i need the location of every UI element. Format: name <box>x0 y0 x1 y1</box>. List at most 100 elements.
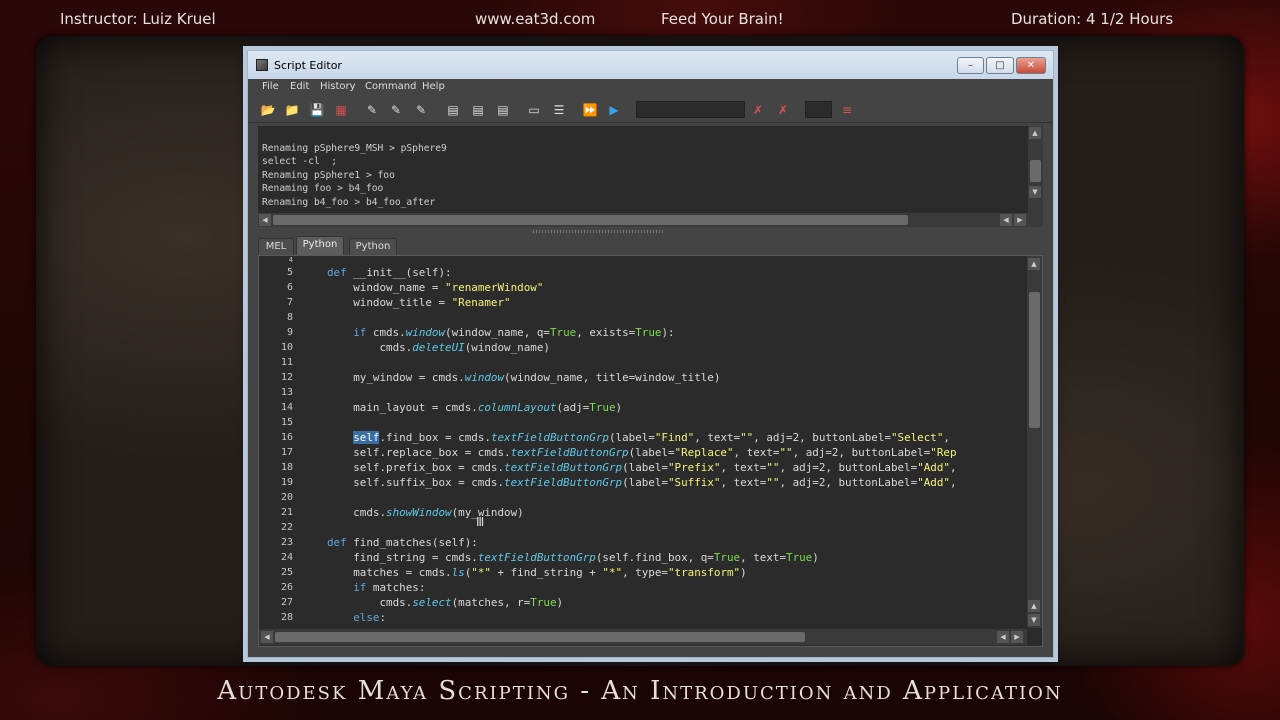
history-pane[interactable]: Renaming pSphere9_MSH > pSphere9 select -… <box>258 126 1043 214</box>
line-number: 4 <box>288 256 293 264</box>
indent-icon[interactable]: ≡ <box>839 102 855 118</box>
code-line: cmds.showWindow(my_window) <box>327 506 524 519</box>
line-number: 9 <box>286 327 293 338</box>
scroll-down-button[interactable]: ▼ <box>1029 186 1041 198</box>
code-line: def __init__(self): <box>327 266 452 279</box>
code-line: else: <box>353 611 387 624</box>
scroll-down-button[interactable]: ▼ <box>1028 614 1040 626</box>
line-number: 24 <box>280 552 293 563</box>
toolbar: 📂 📁 💾 ▦ ✎ ✎ ✎ ▤ ▤ ▤ ▭ ☰ ⏩ ▶ ✗ ✗ ≡ <box>248 97 1053 123</box>
tab-size-field[interactable] <box>805 101 832 118</box>
code-line: main_layout = cmds.columnLayout(adj=True… <box>327 401 623 414</box>
code-line: window_name = "renamerWindow" <box>327 281 544 294</box>
scroll-thumb[interactable] <box>1029 292 1040 428</box>
code-line: if matches: <box>353 581 426 594</box>
history-line: select -cl ; <box>262 156 338 168</box>
open-script-icon[interactable]: 📂 <box>260 102 276 118</box>
code-line: self.replace_box = cmds.textFieldButtonG… <box>327 446 957 459</box>
script-input-pane[interactable]: 4 5 def __init__(self): 6 window_name = … <box>258 255 1043 647</box>
save-script-icon[interactable]: 💾 <box>309 102 325 118</box>
source-script-icon[interactable]: 📁 <box>284 102 300 118</box>
scroll-left-button[interactable]: ◀ <box>261 631 273 643</box>
tab-python[interactable]: Python <box>349 238 397 255</box>
pane-splitter[interactable] <box>248 228 1053 236</box>
line-number: 18 <box>280 462 293 473</box>
code-line: if cmds.window(window_name, q=True, exis… <box>353 326 675 339</box>
minimize-button[interactable]: – <box>957 57 984 74</box>
code-line: self.find_box = cmds.textFieldButtonGrp(… <box>353 431 950 444</box>
search-icon[interactable]: ✗ <box>775 102 791 118</box>
menu-command[interactable]: Command <box>365 81 416 92</box>
tab-mel[interactable]: MEL <box>258 238 294 255</box>
scroll-left-button[interactable]: ◀ <box>997 631 1009 643</box>
scroll-up-button[interactable]: ▲ <box>1028 258 1040 270</box>
search-clear-icon[interactable]: ✗ <box>750 102 766 118</box>
code-line: find_string = cmds.textFieldButtonGrp(se… <box>327 551 819 564</box>
code-line: window_title = "Renamer" <box>327 296 511 309</box>
line-numbers-icon[interactable]: ☰ <box>551 102 567 118</box>
script-editor-window: Script Editor – □ ✕ File Edit History Co… <box>247 50 1054 658</box>
code-line: cmds.select(matches, r=True) <box>327 596 564 609</box>
scroll-right-button[interactable]: ▶ <box>1011 631 1023 643</box>
code-line: matches = cmds.ls("*" + find_string + "*… <box>327 566 747 579</box>
echo-all-icon[interactable]: ▭ <box>526 102 542 118</box>
history-vertical-scrollbar[interactable]: ▲ ▼ <box>1028 126 1043 214</box>
line-number: 19 <box>280 477 293 488</box>
line-number: 5 <box>286 267 293 278</box>
execute-icon[interactable]: ▶ <box>606 102 622 118</box>
scroll-thumb[interactable] <box>275 632 805 642</box>
tagline-label: Feed Your Brain! <box>661 10 784 28</box>
show-input-icon[interactable]: ▤ <box>470 102 486 118</box>
code-area[interactable]: 4 5 def __init__(self): 6 window_name = … <box>259 256 1027 628</box>
instructor-label: Instructor: Luiz Kruel <box>60 10 216 28</box>
editor-vertical-scrollbar[interactable]: ▲ ▲ ▼ <box>1027 256 1042 628</box>
line-number: 12 <box>280 372 293 383</box>
save-to-shelf-icon[interactable]: ▦ <box>333 102 349 118</box>
history-line: Renaming foo > b4_foo <box>262 183 384 195</box>
search-field[interactable] <box>636 101 745 118</box>
line-number: 26 <box>280 582 293 593</box>
show-history-icon[interactable]: ▤ <box>445 102 461 118</box>
window-title: Script Editor <box>274 59 342 72</box>
menu-help[interactable]: Help <box>422 81 445 92</box>
menu-file[interactable]: File <box>262 81 279 92</box>
code-line: self.prefix_box = cmds.textFieldButtonGr… <box>327 461 957 474</box>
scroll-right-button[interactable]: ▶ <box>1014 214 1026 226</box>
scroll-thumb[interactable] <box>1030 160 1041 182</box>
scroll-left-button[interactable]: ◀ <box>259 214 271 226</box>
history-line: Renaming b4_foo > b4_foo_after <box>262 196 436 208</box>
line-number: 28 <box>280 612 293 623</box>
menu-edit[interactable]: Edit <box>290 81 309 92</box>
line-number: 14 <box>280 402 293 413</box>
maya-app-icon <box>256 59 268 71</box>
scroll-up-button[interactable]: ▲ <box>1029 127 1041 139</box>
menu-bar: File Edit History Command Help <box>248 79 1053 97</box>
scroll-up-button[interactable]: ▲ <box>1028 600 1040 612</box>
menu-history[interactable]: History <box>320 81 356 92</box>
scroll-thumb[interactable] <box>273 215 908 225</box>
course-title: Autodesk Maya Scripting - An Introductio… <box>217 676 1063 706</box>
line-number: 20 <box>280 492 293 503</box>
text-cursor-icon: Ⅲ <box>476 515 485 529</box>
title-bar[interactable]: Script Editor – □ ✕ <box>248 51 1053 79</box>
maximize-button[interactable]: □ <box>986 57 1014 74</box>
history-horizontal-scrollbar[interactable]: ◀ ◀ ▶ <box>258 213 1043 227</box>
close-button[interactable]: ✕ <box>1016 57 1046 74</box>
clear-all-icon[interactable]: ✎ <box>413 102 429 118</box>
clear-history-icon[interactable]: ✎ <box>364 102 380 118</box>
editor-horizontal-scrollbar[interactable]: ◀ ◀ ▶ <box>259 629 1027 645</box>
line-number: 11 <box>280 357 293 368</box>
show-both-icon[interactable]: ▤ <box>495 102 511 118</box>
line-number: 13 <box>280 387 293 398</box>
line-number: 25 <box>280 567 293 578</box>
code-line: self.suffix_box = cmds.textFieldButtonGr… <box>327 476 957 489</box>
line-number: 10 <box>280 342 293 353</box>
tab-python-active[interactable]: Python <box>296 236 344 255</box>
splitter-grip <box>533 230 663 233</box>
code-line: cmds.deleteUI(window_name) <box>327 341 550 354</box>
clear-input-icon[interactable]: ✎ <box>388 102 404 118</box>
line-number: 23 <box>280 537 293 548</box>
code-line: def find_matches(self): <box>327 536 478 549</box>
scroll-left-button[interactable]: ◀ <box>1000 214 1012 226</box>
execute-all-icon[interactable]: ⏩ <box>582 102 598 118</box>
